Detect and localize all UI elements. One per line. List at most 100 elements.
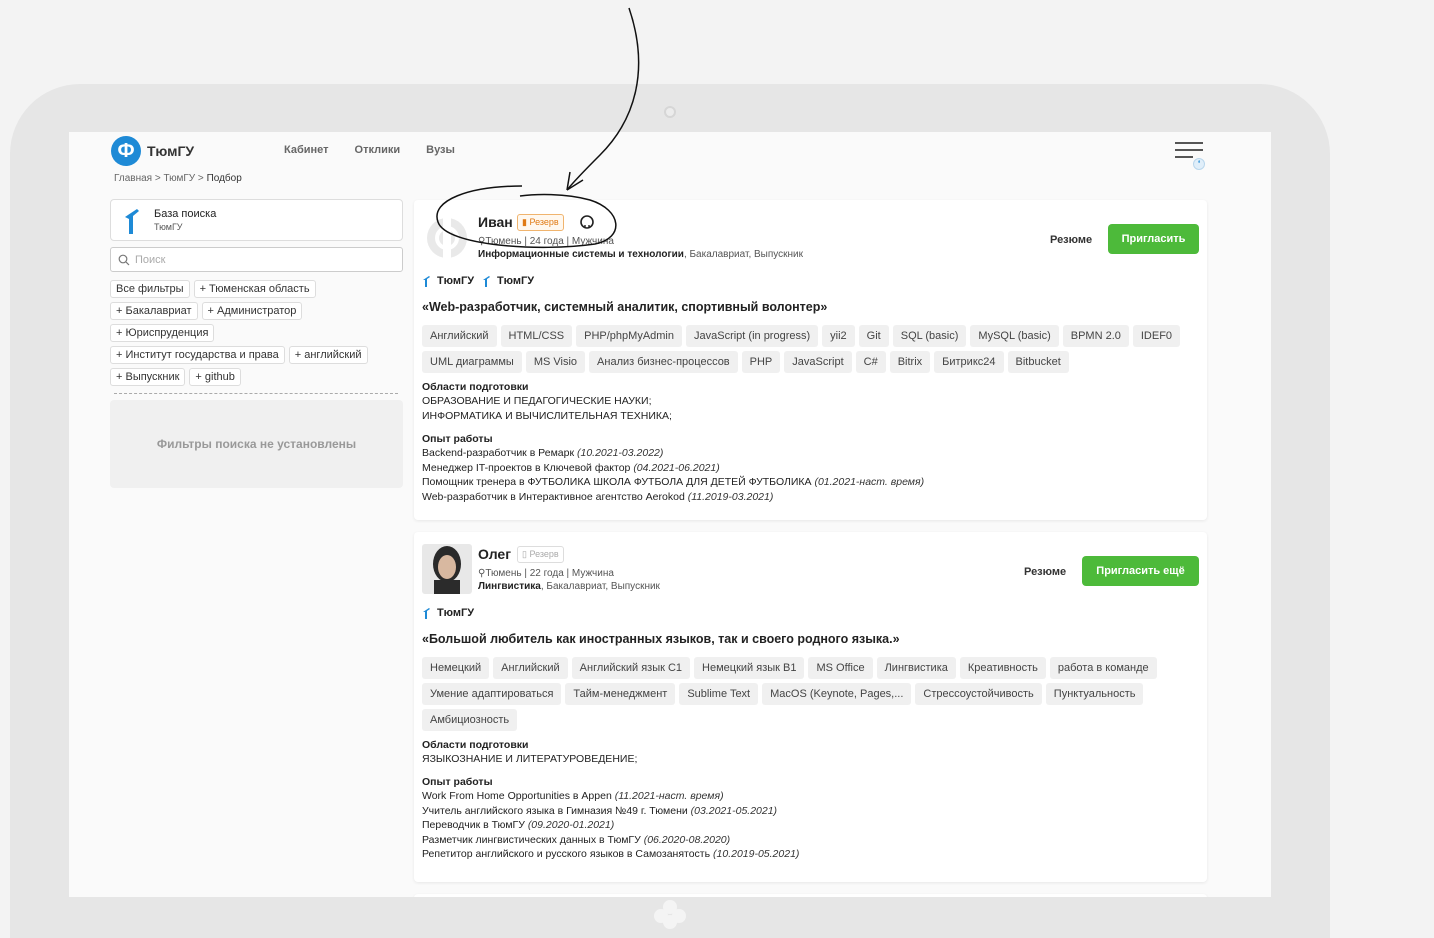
skill-tag: Амбициозность — [422, 709, 518, 731]
app-screen: Ф ТюмГУ Кабинет Отклики Вузы ❛ Главная >… — [69, 132, 1271, 897]
area-item: ОБРАЗОВАНИЕ И ПЕДАГОГИЧЕСКИЕ НАУКИ; — [422, 395, 652, 407]
experience-item: Менеджер IT-проектов в Ключевой фактор (… — [422, 461, 924, 476]
education-field: Лингвистика — [478, 581, 541, 592]
skill-tag: MacOS (Keynote, Pages,... — [762, 683, 912, 705]
skill-tag: Лингвистика — [876, 657, 956, 679]
home-logo-icon — [654, 900, 686, 929]
skill-tag: Английский — [422, 325, 497, 347]
search-box — [110, 247, 403, 272]
skill-tag: SQL (basic) — [892, 325, 967, 347]
filter-chip[interactable]: + Институт государства и права — [110, 346, 285, 364]
skill-tag: Тайм-менеджмент — [565, 683, 676, 705]
skill-tag: Английский — [493, 657, 568, 679]
areas-list: ЯЗЫКОЗНАНИЕ И ЛИТЕРАТУРОВЕДЕНИЕ; — [422, 752, 637, 767]
university-tag[interactable]: ТюмГУ — [422, 275, 474, 287]
area-item: ЯЗЫКОЗНАНИЕ И ЛИТЕРАТУРОВЕДЕНИЕ; — [422, 753, 638, 765]
experience-item: Переводчик в ТюмГУ (09.2020-01.2021) — [422, 818, 799, 833]
reserve-badge[interactable]: ▮ Резерв — [517, 214, 564, 231]
filter-chip[interactable]: + Выпускник — [110, 368, 186, 386]
experience-role: Переводчик в ТюмГУ — [422, 819, 528, 832]
skill-tag: Битрикс24 — [934, 351, 1004, 373]
experience-role: Менеджер IT-проектов в Ключевой фактор — [422, 461, 634, 474]
experience-period: (10.2019-05.2021) — [713, 848, 800, 861]
skill-tag: C# — [855, 351, 886, 373]
skill-tag: PHP — [741, 351, 781, 373]
menu-icon[interactable]: ❛ — [1175, 142, 1205, 170]
candidate-meta: ⚲Тюмень | 24 года | Мужчина — [478, 236, 614, 247]
experience-item: Репетитор английского и русского языков … — [422, 847, 799, 862]
experience-item: Backend-разработчик в Ремарк (10.2021-03… — [422, 446, 924, 461]
candidate-education: Лингвистика, Бакалавриат, Выпускник — [478, 581, 660, 592]
candidate-card — [414, 894, 1207, 897]
search-base-subtitle: ТюмГУ — [154, 222, 183, 232]
skill-tag: HTML/CSS — [500, 325, 573, 347]
experience-period: (11.2019-03.2021) — [687, 490, 774, 503]
university-name: ТюмГУ — [437, 275, 475, 287]
skill-tag: Sublime Text — [679, 683, 759, 705]
skill-tag: JavaScript — [784, 351, 852, 373]
skill-tag: Анализ бизнес-процессов — [589, 351, 738, 373]
resume-link[interactable]: Резюме — [1050, 234, 1092, 246]
areas-title: Области подготовки — [422, 381, 529, 393]
university-icon — [483, 276, 491, 287]
invite-again-button[interactable]: Пригласить ещё — [1082, 556, 1199, 586]
candidate-card: Олег ▯ Резерв ⚲Тюмень | 22 года | Мужчин… — [414, 532, 1207, 882]
search-base-title: База поиска — [154, 208, 217, 220]
breadcrumb: Главная > ТюмГУ > Подбор — [114, 173, 242, 184]
areas-list: ОБРАЗОВАНИЕ И ПЕДАГОГИЧЕСКИЕ НАУКИ; ИНФОР… — [422, 394, 672, 423]
experience-item: Разметчик лингвистических данных в ТюмГУ… — [422, 833, 799, 848]
invite-button[interactable]: Пригласить — [1108, 224, 1199, 254]
experience-item: Помощник тренера в ФУТБОЛИКА ШКОЛА ФУТБО… — [422, 475, 924, 490]
experience-period: (10.2021-03.2022) — [576, 447, 664, 459]
filter-chip[interactable]: + Администратор — [201, 302, 303, 320]
reserve-badge[interactable]: ▯ Резерв — [517, 546, 564, 563]
experience-role: Work From Home Opportunities в Appen — [422, 790, 615, 802]
github-icon[interactable] — [580, 215, 594, 229]
filter-chip[interactable]: + Тюменская область — [193, 280, 316, 298]
university-tag[interactable]: ТюмГУ — [482, 275, 534, 287]
candidate-meta-text: Тюмень | 24 года | Мужчина — [485, 236, 614, 247]
university-name: ТюмГУ — [497, 275, 535, 287]
filter-chip[interactable]: + Бакалавриат — [110, 302, 198, 320]
skill-tag: Пунктуальность — [1045, 683, 1144, 705]
filter-chip[interactable]: + github — [189, 368, 241, 386]
education-field: Информационные системы и технологии — [478, 249, 684, 260]
skill-tag: UML диаграммы — [422, 351, 522, 373]
candidate-card: Иван ▮ Резерв ⚲Тюмень | 24 года | Мужчин… — [414, 200, 1207, 520]
filter-chip[interactable]: Все фильтры — [110, 280, 190, 298]
search-base-card[interactable]: База поиска ТюмГУ — [110, 199, 403, 241]
candidate-name[interactable]: Олег — [478, 546, 511, 562]
university-list: ТюмГУ — [422, 607, 474, 619]
skill-tag: Стрессоустойчивость — [915, 683, 1042, 705]
university-tag[interactable]: ТюмГУ — [422, 607, 474, 619]
skill-tag: JavaScript (in progress) — [686, 325, 819, 347]
nav-cabinet[interactable]: Кабинет — [284, 144, 329, 156]
skill-tag: Английский язык С1 — [571, 657, 691, 679]
area-item: ИНФОРМАТИКА И ВЫЧИСЛИТЕЛЬНАЯ ТЕХНИКА; — [422, 409, 672, 422]
menu-badge: ❛ — [1193, 158, 1205, 170]
nav-responses[interactable]: Отклики — [355, 144, 401, 156]
filter-chip[interactable]: + Юриспруденция — [110, 324, 215, 342]
experience-list: Backend-разработчик в Ремарк (10.2021-03… — [422, 446, 924, 504]
skill-tag: MySQL (basic) — [970, 325, 1059, 347]
breadcrumb-path[interactable]: Главная > ТюмГУ > — [114, 173, 207, 184]
university-icon — [125, 209, 139, 234]
bookmark-icon: ▯ — [522, 549, 527, 559]
filter-chip[interactable]: + английский — [288, 346, 368, 364]
experience-role: Учитель английского языка в Гимназия №49… — [422, 804, 691, 817]
experience-list: Work From Home Opportunities в Appen (11… — [422, 789, 799, 862]
camera-dot — [664, 106, 676, 118]
experience-title: Опыт работы — [422, 776, 493, 788]
resume-link[interactable]: Резюме — [1024, 566, 1066, 578]
experience-title: Опыт работы — [422, 433, 493, 445]
university-icon — [423, 608, 430, 619]
skill-tag: IDEF0 — [1132, 325, 1181, 347]
filter-chips: Все фильтры + Тюменская область + Бакала… — [110, 280, 403, 390]
university-list: ТюмГУ ТюмГУ — [422, 275, 534, 287]
candidate-name[interactable]: Иван — [478, 214, 513, 230]
skill-tag: Креативность — [959, 657, 1046, 679]
logo[interactable]: Ф ТюмГУ — [111, 136, 194, 166]
skill-tag: Немецкий язык В1 — [694, 657, 805, 679]
search-input[interactable] — [135, 251, 395, 269]
nav-universities[interactable]: Вузы — [426, 144, 455, 156]
